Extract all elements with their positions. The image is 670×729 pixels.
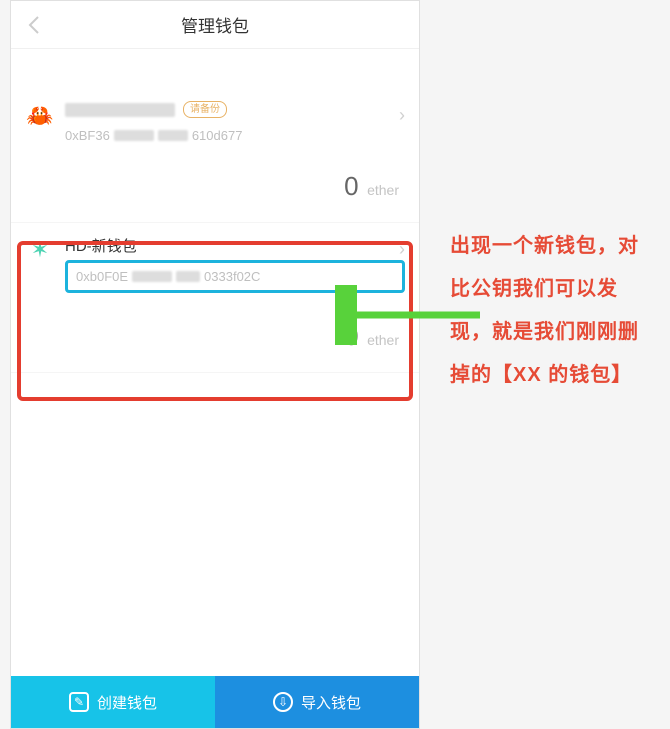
chevron-right-icon: › — [399, 239, 405, 260]
addr-suffix: 0333f02C — [204, 269, 260, 284]
redacted-addr — [158, 130, 188, 141]
crab-icon: 🦀 — [25, 101, 55, 131]
header: 管理钱包 — [11, 1, 419, 49]
addr-prefix: 0xb0F0E — [76, 269, 128, 284]
redacted-name — [65, 103, 175, 117]
wallet-list: 🦀 请备份 0xBF36 610d677 › 0 e — [11, 49, 419, 373]
import-label: 导入钱包 — [301, 692, 361, 713]
redacted-addr — [114, 130, 154, 141]
wallet-card[interactable]: 🦀 请备份 0xBF36 610d677 › 0 e — [11, 89, 419, 223]
backup-badge: 请备份 — [183, 101, 227, 118]
wallet-balance: 0 ether — [25, 171, 405, 202]
wallet-balance: 0 ether — [25, 321, 405, 352]
balance-value: 0 — [344, 171, 358, 201]
chevron-right-icon: › — [399, 105, 405, 126]
starfish-icon: ✶ — [25, 235, 55, 265]
import-wallet-button[interactable]: ⇩ 导入钱包 — [215, 676, 419, 728]
annotation-text: 出现一个新钱包，对比公钥我们可以发现，就是我们刚刚删掉的【XX 的钱包】 — [450, 225, 650, 397]
create-icon: ✎ — [69, 692, 89, 712]
wallet-card[interactable]: ✶ HD-新钱包 0xb0F0E 0333f02C › 0 ether — [11, 223, 419, 373]
balance-unit: ether — [367, 332, 399, 348]
wallet-name: HD-新钱包 — [65, 235, 137, 256]
balance-unit: ether — [367, 182, 399, 198]
addr-prefix: 0xBF36 — [65, 128, 110, 143]
balance-value: 0 — [344, 321, 358, 351]
addr-suffix: 610d677 — [192, 128, 243, 143]
page-title: 管理钱包 — [19, 12, 411, 37]
phone-frame: 管理钱包 🦀 请备份 0xBF36 610d677 — [10, 0, 420, 729]
wallet-address: 0xBF36 610d677 — [65, 128, 405, 143]
redacted-addr — [176, 271, 200, 282]
address-highlight: 0xb0F0E 0333f02C — [65, 260, 405, 293]
create-label: 创建钱包 — [97, 692, 157, 713]
redacted-addr — [132, 271, 172, 282]
create-wallet-button[interactable]: ✎ 创建钱包 — [11, 676, 215, 728]
import-icon: ⇩ — [273, 692, 293, 712]
bottom-bar: ✎ 创建钱包 ⇩ 导入钱包 — [11, 676, 419, 728]
